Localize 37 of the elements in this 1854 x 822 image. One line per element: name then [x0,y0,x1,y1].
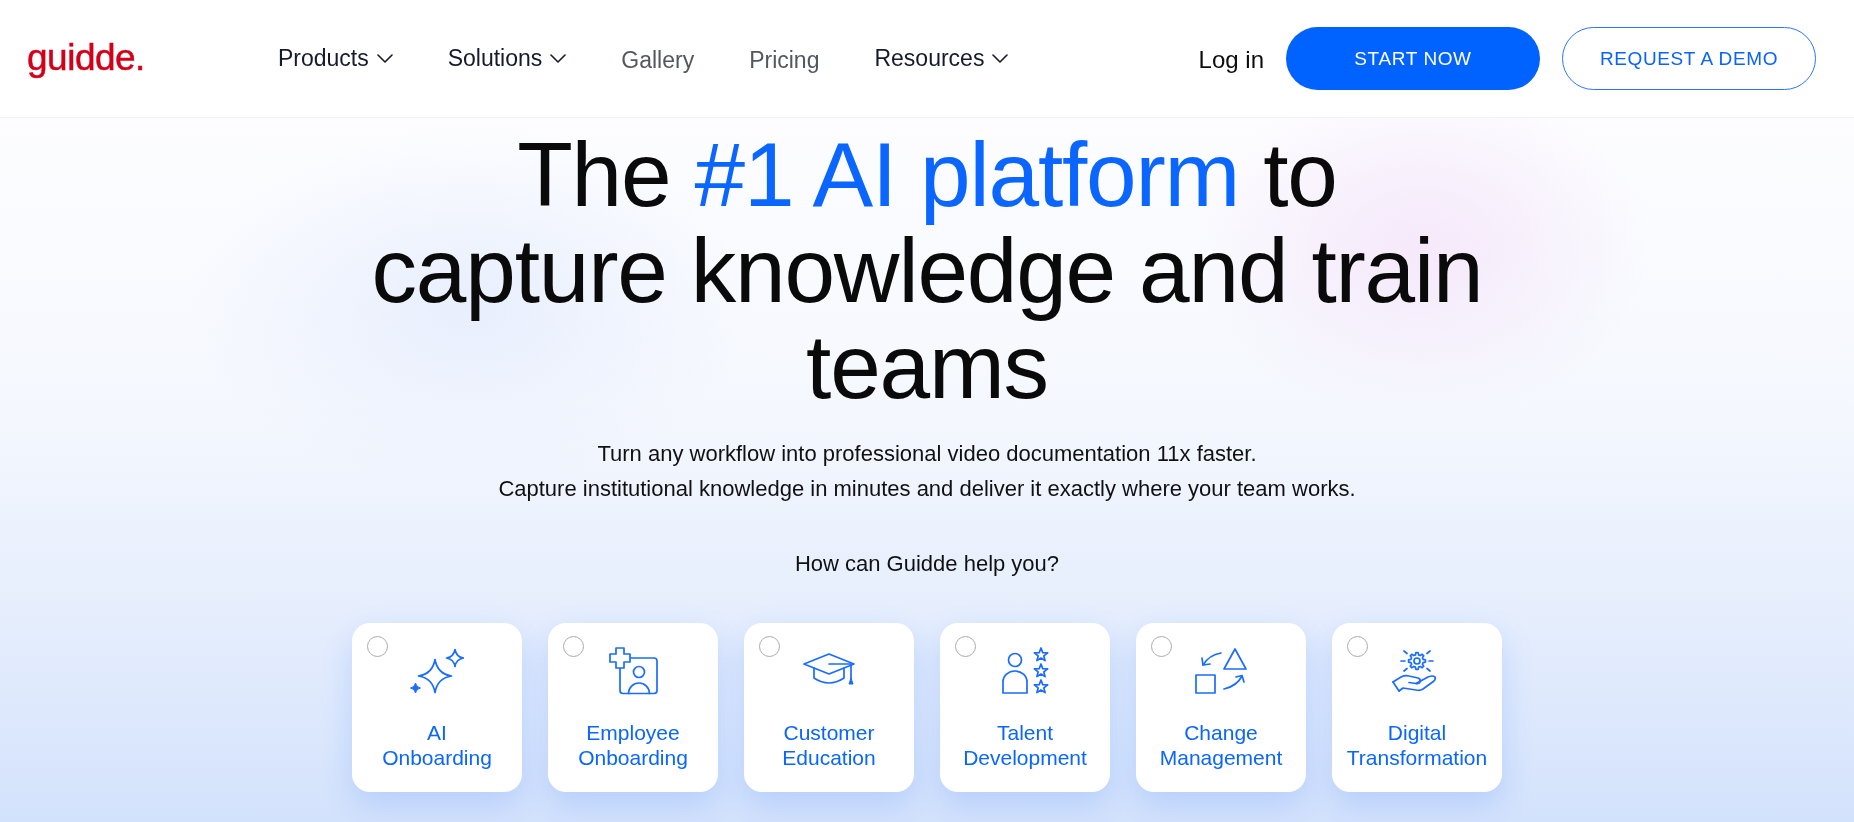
option-card[interactable]: Customer Education [744,623,914,792]
radio-button[interactable] [563,636,584,657]
option-label: Customer Education [782,720,876,770]
nav-link[interactable]: Gallery [621,43,695,74]
nav-menu-item[interactable]: Solutions [447,45,567,72]
login-link[interactable]: Log in [1198,46,1264,74]
option-card[interactable]: Digital Transformation [1332,623,1502,792]
option-label: Change Management [1159,720,1283,770]
nav-link[interactable]: Pricing [749,43,820,74]
headline: The #1 AI platform to capture knowledge and train teams [371,127,1483,415]
sparkles-icon [410,648,464,694]
option-label: AI Onboarding [382,720,492,770]
primary-button[interactable]: START NOW [1286,27,1540,90]
chevron-down-icon [376,54,393,63]
question-text: How can Guidde help you? [794,550,1060,578]
radio-button[interactable] [759,636,780,657]
option-card[interactable]: Employee Onboarding [548,623,718,792]
shapes-arrows-icon [1194,647,1248,695]
logo[interactable]: guidde. [27,36,145,79]
option-card[interactable]: AI Onboarding [352,623,522,792]
option-card[interactable]: Talent Development [940,623,1110,792]
radio-button[interactable] [1347,636,1368,657]
option-label: Digital Transformation [1346,720,1488,770]
profile-card-plus-icon [607,647,659,695]
radio-button[interactable] [955,636,976,657]
chevron-down-icon [550,54,567,63]
chevron-down-icon [992,54,1009,63]
option-card[interactable]: Change Management [1136,623,1306,792]
option-label: Talent Development [963,720,1087,770]
nav-menu-item[interactable]: Products [277,45,393,72]
person-stars-icon [1001,647,1049,695]
option-label: Employee Onboarding [578,720,688,770]
radio-button[interactable] [1151,636,1172,657]
radio-button[interactable] [367,636,388,657]
nav-menu-item[interactable]: Resources [874,45,1009,72]
secondary-button[interactable]: REQUEST A DEMO [1562,27,1816,90]
subtitle-text: Turn any workflow into professional video documentation 11x faster. Capture institutional knowledge in minutes and deliver it exactly where your team works. [498,440,1356,503]
